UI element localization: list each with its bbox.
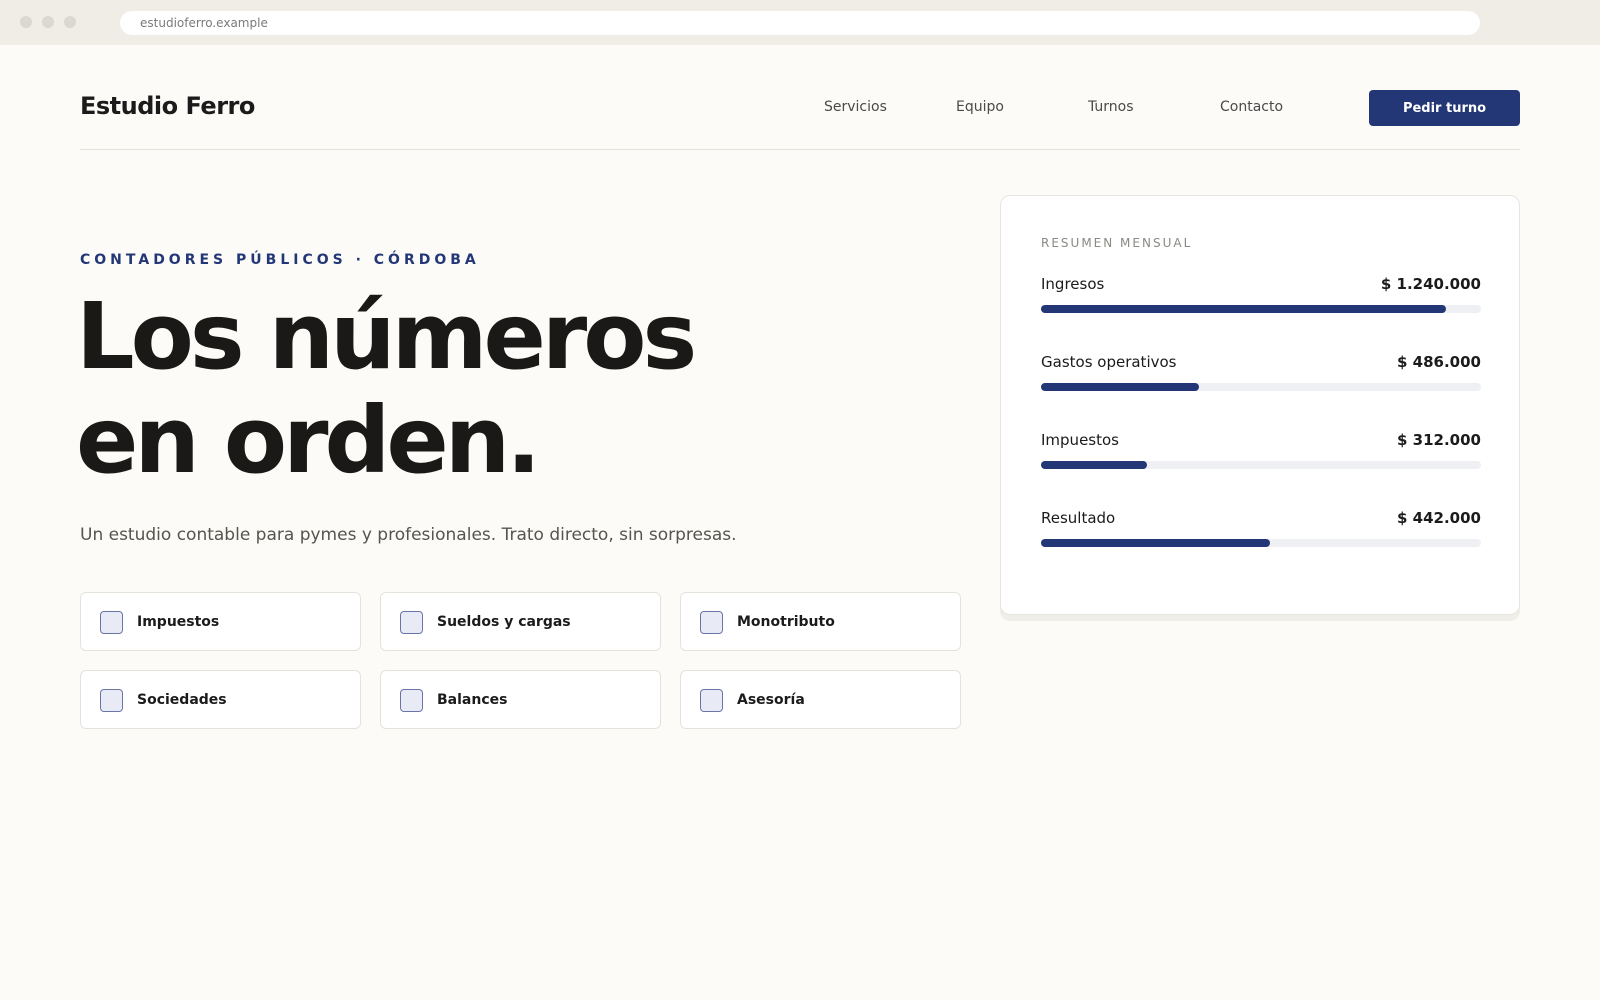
checkbox-icon[interactable] bbox=[400, 689, 423, 712]
progress-track bbox=[1041, 305, 1481, 313]
service-monotributo[interactable]: Monotributo bbox=[680, 592, 961, 651]
service-impuestos[interactable]: Impuestos bbox=[80, 592, 361, 651]
pedir-turno-button[interactable]: Pedir turno bbox=[1369, 90, 1520, 126]
row-value: $ 486.000 bbox=[1397, 353, 1481, 371]
progress-track bbox=[1041, 461, 1481, 469]
service-label: Sueldos y cargas bbox=[437, 614, 571, 630]
checkbox-icon[interactable] bbox=[100, 611, 123, 634]
checkbox-icon[interactable] bbox=[400, 611, 423, 634]
row-value: $ 312.000 bbox=[1397, 431, 1481, 449]
service-label: Balances bbox=[437, 692, 508, 708]
monthly-summary-card: RESUMEN MENSUAL Ingresos $ 1.240.000 Gas… bbox=[1000, 195, 1520, 615]
row-value: $ 442.000 bbox=[1397, 509, 1481, 527]
site-logo[interactable]: Estudio Ferro bbox=[80, 92, 255, 120]
checkbox-icon[interactable] bbox=[100, 689, 123, 712]
progress-track bbox=[1041, 383, 1481, 391]
header-divider bbox=[80, 149, 1520, 150]
summary-row-gastos-operativos: Gastos operativos $ 486.000 bbox=[1041, 353, 1481, 397]
service-balances[interactable]: Balances bbox=[380, 670, 661, 729]
service-asesoria[interactable]: Asesoría bbox=[680, 670, 961, 729]
summary-row-ingresos: Ingresos $ 1.240.000 bbox=[1041, 275, 1481, 319]
service-sociedades[interactable]: Sociedades bbox=[80, 670, 361, 729]
hero-kicker: CONTADORES PÚBLICOS · CÓRDOBA bbox=[80, 252, 480, 268]
row-value: $ 1.240.000 bbox=[1380, 275, 1481, 293]
progress-fill bbox=[1041, 539, 1270, 547]
hero-title-line-1: Los números bbox=[76, 283, 697, 390]
row-label: Gastos operativos bbox=[1041, 353, 1177, 371]
hero-title-line-2: en orden. bbox=[76, 387, 541, 494]
nav-servicios[interactable]: Servicios bbox=[824, 99, 887, 115]
hero-title: Los números en orden. bbox=[76, 285, 956, 493]
row-label: Ingresos bbox=[1041, 275, 1105, 293]
summary-row-impuestos: Impuestos $ 312.000 bbox=[1041, 431, 1481, 475]
service-label: Sociedades bbox=[137, 692, 227, 708]
row-label: Resultado bbox=[1041, 509, 1116, 527]
window-maximize-dot[interactable] bbox=[64, 16, 76, 28]
browser-chrome: estudioferro.example bbox=[0, 0, 1600, 45]
progress-fill bbox=[1041, 383, 1200, 391]
service-label: Asesoría bbox=[737, 692, 805, 708]
checkbox-icon[interactable] bbox=[700, 689, 723, 712]
progress-track bbox=[1041, 539, 1481, 547]
service-label: Impuestos bbox=[137, 614, 220, 630]
progress-fill bbox=[1041, 461, 1147, 469]
window-minimize-dot[interactable] bbox=[42, 16, 54, 28]
nav-turnos[interactable]: Turnos bbox=[1088, 99, 1134, 115]
service-label: Monotributo bbox=[737, 614, 835, 630]
summary-row-resultado: Resultado $ 442.000 bbox=[1041, 509, 1481, 553]
service-sueldos-y-cargas[interactable]: Sueldos y cargas bbox=[380, 592, 661, 651]
progress-fill bbox=[1041, 305, 1446, 313]
window-close-dot[interactable] bbox=[20, 16, 32, 28]
hero-subtitle: Un estudio contable para pymes y profesi… bbox=[80, 525, 737, 545]
checkbox-icon[interactable] bbox=[700, 611, 723, 634]
address-bar[interactable]: estudioferro.example bbox=[120, 11, 1480, 35]
row-label: Impuestos bbox=[1041, 431, 1119, 449]
card-title: RESUMEN MENSUAL bbox=[1041, 236, 1193, 250]
nav-contacto[interactable]: Contacto bbox=[1220, 99, 1283, 115]
nav-equipo[interactable]: Equipo bbox=[956, 99, 1004, 115]
